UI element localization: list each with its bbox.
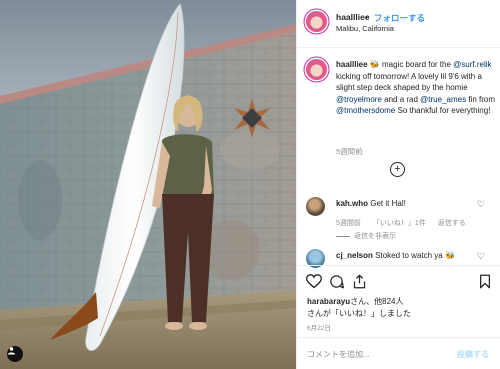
mention-link[interactable]: @troyelmore	[336, 95, 382, 104]
comment-meta: 5週間前 「いいね！」1件 返信する	[336, 218, 476, 228]
comment-username[interactable]: kah.who	[336, 199, 368, 208]
comment-like-heart-icon[interactable]: ♡	[477, 251, 485, 262]
caption-avatar[interactable]	[306, 59, 327, 80]
post-location[interactable]: Malibu, California	[336, 24, 394, 33]
comment-item: kah.who Get it Hal!	[336, 199, 406, 208]
header-divider	[297, 47, 500, 48]
post-date: 6月22日	[307, 325, 331, 332]
actions-divider	[297, 265, 500, 266]
caption-username[interactable]: haallliee	[336, 60, 368, 69]
comment-input-divider	[297, 337, 500, 338]
author-avatar[interactable]	[306, 11, 327, 32]
caption-text: and a rad	[381, 94, 421, 104]
post-side-panel: haallliee • フォローする Malibu, California ha…	[296, 0, 500, 369]
comment-input[interactable]: コメントを追加...	[307, 349, 370, 360]
caption-text: 🐝 magic board for the	[369, 60, 451, 69]
load-more-comments-button[interactable]: +	[390, 162, 405, 177]
reply-button[interactable]: 返信する	[438, 220, 466, 227]
user-tag-icon	[7, 347, 16, 355]
hide-replies-button[interactable]: 返信を非表示	[336, 231, 396, 241]
comment-icon[interactable]	[329, 274, 344, 289]
comment-text: Get it Hal!	[370, 199, 406, 208]
header-separator: •	[365, 12, 368, 22]
caption-text: kicking off tomorrow! A lovely lil 9'6 w…	[336, 71, 482, 93]
user-tag-button[interactable]	[7, 346, 23, 362]
post-comment-button[interactable]: 投稿する	[457, 349, 489, 360]
photo-scene	[0, 0, 296, 369]
caption-timestamp: 5週間前	[336, 147, 363, 156]
liker-username[interactable]: harabarayu	[307, 297, 350, 306]
comment-timestamp: 5週間前	[336, 220, 361, 227]
caption-text: So thankful for everything!	[395, 106, 491, 115]
mention-link[interactable]: @tmothersdome	[336, 106, 395, 115]
share-icon[interactable]	[352, 274, 367, 289]
likes-count-link[interactable]: さん、他824人	[350, 297, 403, 306]
follow-button[interactable]: フォローする	[374, 12, 425, 24]
instagram-post-view: haallliee • フォローする Malibu, California ha…	[0, 0, 500, 369]
mention-link[interactable]: @surf.relik	[453, 60, 491, 69]
bookmark-icon[interactable]	[479, 274, 491, 289]
commenter-avatar[interactable]	[306, 197, 325, 216]
post-photo[interactable]	[0, 0, 296, 369]
likes-text: さんが「いいね！」しました	[307, 309, 411, 318]
caption-text: fin from	[466, 94, 495, 104]
heart-icon[interactable]	[306, 274, 322, 289]
comment-text: Stoked to watch ya 🐝	[375, 251, 455, 260]
likes-summary: harabarayuさん、他824人 さんが「いいね！」しました	[307, 296, 411, 320]
comment-username[interactable]: cj_nelson	[336, 251, 373, 260]
comment-like-count[interactable]: 「いいね！」1件	[373, 220, 426, 227]
mention-link[interactable]: @true_ames	[420, 95, 466, 104]
comment-item: cj_nelson Stoked to watch ya 🐝	[336, 251, 455, 260]
comment-like-heart-icon[interactable]: ♡	[477, 199, 485, 210]
post-caption: haallliee 🐝 magic board for the @surf.re…	[336, 59, 496, 117]
